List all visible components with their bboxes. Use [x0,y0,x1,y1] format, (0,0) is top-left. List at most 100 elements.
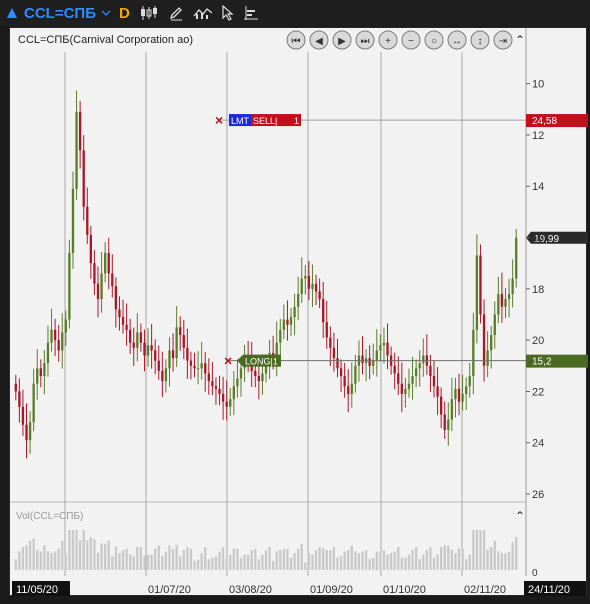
y-tick-label: 16 [532,233,544,245]
candle-body [329,337,332,348]
cancel-sell-order-icon[interactable]: × [215,112,223,128]
volume-bar [39,551,42,570]
volume-bar [382,550,386,570]
candle-body [57,340,60,351]
candle-body [461,393,464,402]
candlestick-icon[interactable] [140,5,158,21]
volume-bar [289,557,293,570]
candle-body [504,299,507,307]
volume-bar [171,548,175,570]
volume-bar [146,554,150,570]
volume-bar [457,548,461,570]
candle-body [393,365,396,374]
volume-bar [407,554,411,570]
chart-canvas[interactable]: CCL=СПБ(Carnival Corporation ao) Vol(CCL… [10,28,588,597]
candle-body [36,368,39,384]
volume-bar [361,551,364,570]
volume-bar [450,549,454,570]
volume-bar [82,530,85,570]
volume-bar [204,547,207,570]
order-book-icon[interactable] [243,5,259,21]
volume-title: Vol(CCL=СПБ) [16,511,83,522]
candle-body [311,283,314,289]
collapse-volume-pane-icon[interactable]: ⌃ [515,509,525,523]
scroll-first-icon: ⏮ [292,36,301,47]
fit-vertical-button[interactable]: ↕ [470,30,490,50]
y-tick-label: 26 [532,489,544,501]
candle-body [447,419,450,430]
candle-body [68,252,71,320]
volume-bar [500,553,504,570]
candle-body [46,342,50,364]
scroll-last-button[interactable]: ⏭ [355,30,375,50]
volume-bar [229,554,232,570]
volume-bar [118,553,121,570]
candle-body [239,368,243,379]
candle-body [411,376,414,384]
cursor-icon[interactable] [221,5,235,21]
volume-bar [32,538,35,570]
collapse-price-pane-icon[interactable]: ⌃ [515,33,525,47]
candle-body [171,350,175,359]
indicators-icon[interactable] [193,5,213,21]
candle-body [111,273,114,287]
volume-bar [111,556,114,570]
candle-body [418,363,421,369]
candle-body [465,386,468,394]
volume-bar [318,547,321,570]
volume-bar [493,540,496,570]
scroll-back-button[interactable]: ◀ [309,30,329,50]
candle-body [136,332,139,348]
candle-body [28,422,32,441]
volume-bar [25,545,28,570]
volume-bar [515,537,518,570]
volume-bar [479,530,482,570]
candle-body [490,334,493,351]
candle-body [289,317,293,325]
volume-bar [164,551,168,570]
candle-body [443,414,446,430]
long-price-label: 15,2 [532,357,552,368]
volume-bar [386,554,389,570]
scroll-first-button[interactable]: ⏮ [286,30,306,50]
candle-body [414,368,418,377]
zoom-in-button[interactable]: + [378,30,398,50]
volume-bar [64,554,67,570]
volume-bar [325,549,328,570]
candle-body [114,286,118,310]
volume-bar [100,543,103,570]
y-tick-label: 20 [532,335,544,347]
zoom-reset-button[interactable]: ○ [424,30,444,50]
candle-body [229,399,232,407]
symbol-label[interactable]: CCL=СПБ [24,5,96,22]
volume-bar [343,551,346,570]
go-to-end-button[interactable]: ⇥ [493,30,513,50]
candle-body [61,332,64,351]
volume-bar [422,554,425,570]
close-long-position-icon[interactable]: × [224,353,232,369]
volume-bar [475,530,479,570]
zoom-out-button[interactable]: − [401,30,421,50]
symbol-dropdown-icon[interactable] [101,9,111,17]
volume-bar [336,557,339,570]
volume-bar [175,544,178,570]
candle-body [161,370,164,382]
volume-bar [46,551,50,570]
candle-body [132,342,135,348]
volume-bar [354,551,357,570]
draw-pencil-icon[interactable] [168,5,184,21]
candle-body [286,319,289,325]
volume-bar [461,548,464,570]
scroll-forward-button[interactable]: ▶ [332,30,352,50]
candle-body [75,111,78,189]
candle-body [214,386,218,389]
candle-body [21,406,25,425]
volume-bar [307,553,311,570]
volume-bar [136,546,139,570]
fit-horizontal-button[interactable]: ↔ [447,30,467,50]
candle-body [186,347,189,361]
volume-bar [279,550,282,570]
volume-bar [411,550,414,570]
volume-bar [339,556,343,570]
interval-label[interactable]: D [119,5,130,22]
